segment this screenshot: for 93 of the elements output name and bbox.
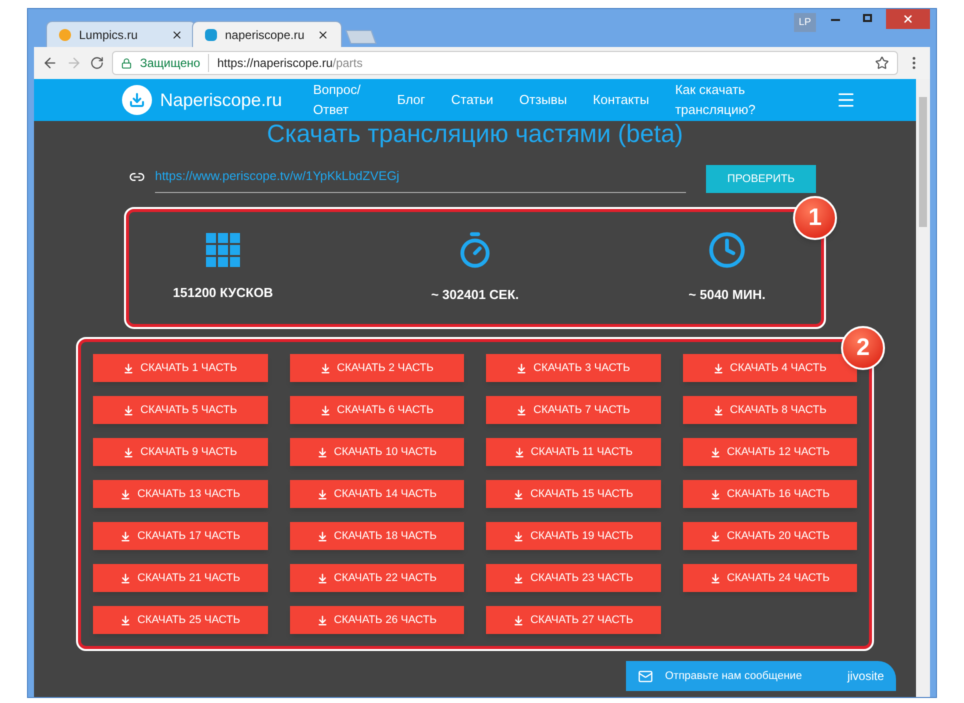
download-icon [710,446,721,458]
download-icon [316,446,328,458]
download-icon [316,530,328,542]
download-icon [712,404,724,416]
download-part-button[interactable]: СКАЧАТЬ 16 ЧАСТЬ [682,480,857,508]
profile-badge[interactable]: LP [794,13,816,32]
download-icon [123,362,134,374]
site-favicon-icon [59,28,71,40]
download-icon [712,362,724,374]
page-heading: Скачать трансляцию частями (beta) [266,119,684,149]
url-text: https://naperiscope.ru/parts [217,55,363,72]
grid-icon [206,233,240,268]
download-part-button[interactable]: СКАЧАТЬ 1 ЧАСТЬ [93,354,268,382]
security-label: Защищено [140,54,210,72]
callout-number: 2 [841,326,885,370]
lock-icon [121,58,132,68]
nav-link[interactable]: Контакты [592,90,650,110]
download-part-button[interactable]: СКАЧАТЬ 27 ЧАСТЬ [486,606,660,634]
chat-brand: jivosite [847,668,884,685]
download-part-button[interactable]: СКАЧАТЬ 14 ЧАСТЬ [290,480,464,508]
download-part-button[interactable]: СКАЧАТЬ 22 ЧАСТЬ [290,564,464,592]
browser-tab[interactable]: Lumpics.ru [46,21,196,47]
download-icon [320,404,331,416]
chat-prompt: Отправьте нам сообщение [665,668,802,684]
download-icon [710,530,721,542]
download-part-button[interactable]: СКАЧАТЬ 18 ЧАСТЬ [290,522,464,550]
download-part-button[interactable]: СКАЧАТЬ 15 ЧАСТЬ [486,480,660,508]
download-icon [123,404,134,416]
stat-value: ~ 302401 СЕК. [431,286,519,304]
download-icon [320,362,331,374]
download-icon [120,530,132,542]
stat-value: ~ 5040 МИН. [688,286,766,304]
download-icon [513,530,524,542]
check-button[interactable]: ПРОВЕРИТЬ [706,165,816,193]
back-icon[interactable] [42,55,58,71]
close-icon[interactable] [317,28,329,40]
download-part-button[interactable]: СКАЧАТЬ 10 ЧАСТЬ [290,438,464,466]
download-icon [516,404,528,416]
download-part-button[interactable]: СКАЧАТЬ 21 ЧАСТЬ [93,564,268,592]
download-part-button[interactable]: СКАЧАТЬ 9 ЧАСТЬ [93,438,268,466]
callout-number: 1 [793,196,837,240]
stat-value: 151200 КУСКОВ [172,284,274,302]
download-icon [316,572,328,584]
nav-link[interactable]: Отзывы [519,90,567,110]
download-part-button[interactable]: СКАЧАТЬ 25 ЧАСТЬ [93,606,268,634]
download-part-button[interactable]: СКАЧАТЬ 4 ЧАСТЬ [682,354,857,382]
reload-icon[interactable] [90,56,104,70]
download-part-button[interactable]: СКАЧАТЬ 11 ЧАСТЬ [486,438,660,466]
browser-tab[interactable]: naperiscope.ru [192,21,342,47]
star-icon[interactable] [875,56,889,70]
site-logo[interactable]: Naperiscope.ru [160,86,282,114]
close-icon [902,13,914,25]
download-icon [513,572,524,584]
nav-link[interactable]: Вопрос/ Ответ [313,80,372,120]
download-part-button[interactable]: СКАЧАТЬ 6 ЧАСТЬ [290,396,464,424]
nav-link[interactable]: Блог [397,90,426,110]
mail-icon [638,668,653,684]
download-icon [316,614,328,626]
download-part-button[interactable]: СКАЧАТЬ 19 ЧАСТЬ [486,522,660,550]
download-part-button[interactable]: СКАЧАТЬ 5 ЧАСТЬ [93,396,268,424]
nav-link[interactable]: Статьи [451,90,494,110]
download-icon [516,362,528,374]
address-field[interactable]: Защищено https://naperiscope.ru/parts [112,51,898,75]
download-icon [710,488,721,500]
nav-link[interactable]: Как скачать трансляцию? [675,80,776,120]
close-button[interactable] [886,9,930,29]
download-part-button[interactable]: СКАЧАТЬ 7 ЧАСТЬ [486,396,660,424]
download-part-button[interactable]: СКАЧАТЬ 26 ЧАСТЬ [290,606,464,634]
download-part-button[interactable]: СКАЧАТЬ 12 ЧАСТЬ [682,438,857,466]
download-part-button[interactable]: СКАЧАТЬ 2 ЧАСТЬ [290,354,464,382]
tab-title: naperiscope.ru [225,26,306,44]
download-part-button[interactable]: СКАЧАТЬ 23 ЧАСТЬ [486,564,660,592]
download-icon [513,488,524,500]
download-icon [120,572,132,584]
download-part-button[interactable]: СКАЧАТЬ 8 ЧАСТЬ [682,396,857,424]
download-icon [710,572,721,584]
download-part-button[interactable]: СКАЧАТЬ 3 ЧАСТЬ [486,354,660,382]
close-icon[interactable] [171,28,183,40]
logo-icon [122,85,152,115]
download-icon [316,488,328,500]
url-input[interactable]: https://www.periscope.tv/w/1YpKkLbdZVEGj [155,167,686,193]
download-part-button[interactable]: СКАЧАТЬ 17 ЧАСТЬ [93,522,268,550]
download-icon [120,614,132,626]
download-icon [513,614,524,626]
chat-widget[interactable]: Отправьте нам сообщение jivosite [626,661,896,691]
download-icon [120,488,132,500]
clock-icon [708,231,746,270]
download-part-button[interactable]: СКАЧАТЬ 24 ЧАСТЬ [682,564,857,592]
download-part-button[interactable]: СКАЧАТЬ 13 ЧАСТЬ [93,480,268,508]
download-icon [514,446,525,458]
tab-title: Lumpics.ru [79,26,139,44]
download-part-button[interactable]: СКАЧАТЬ 20 ЧАСТЬ [682,522,857,550]
download-icon [123,446,134,458]
